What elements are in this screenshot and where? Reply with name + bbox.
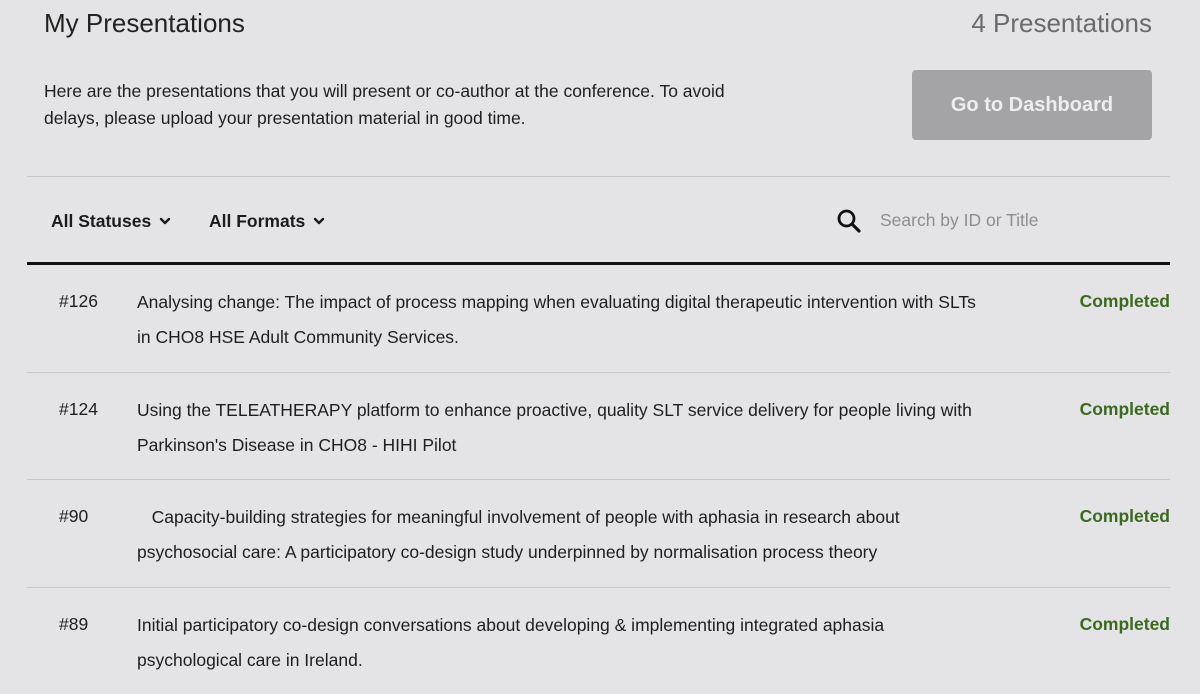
status-badge: Completed [1080, 610, 1170, 638]
go-to-dashboard-button[interactable]: Go to Dashboard [912, 70, 1152, 140]
presentation-id: #90 [59, 502, 88, 530]
presentation-list: #126 Analysing change: The impact of pro… [27, 265, 1170, 694]
status-badge: Completed [1080, 502, 1170, 530]
format-filter-label: All Formats [209, 208, 305, 234]
presentation-count: 4 Presentations [971, 6, 1152, 40]
page-title: My Presentations [44, 6, 245, 40]
presentation-row[interactable]: #89 Initial participatory co-design conv… [27, 588, 1170, 694]
intro-text: Here are the presentations that you will… [44, 78, 744, 132]
presentation-id: #89 [59, 610, 88, 638]
status-filter-label: All Statuses [51, 208, 151, 234]
presentation-id: #126 [59, 287, 98, 315]
chevron-down-icon [158, 214, 172, 228]
presentation-row[interactable]: #124 Using the TELEATHERAPY platform to … [27, 373, 1170, 481]
presentation-title: Initial participatory co-design conversa… [137, 608, 977, 678]
presentation-title: Analysing change: The impact of process … [137, 285, 977, 355]
presentation-id: #124 [59, 395, 98, 423]
divider [27, 176, 1170, 177]
status-badge: Completed [1080, 287, 1170, 315]
presentation-title: Using the TELEATHERAPY platform to enhan… [137, 393, 977, 463]
presentation-row[interactable]: #126 Analysing change: The impact of pro… [27, 265, 1170, 373]
presentation-title: Capacity-building strategies for meaning… [137, 500, 977, 570]
search-input[interactable] [876, 204, 1164, 236]
search-icon[interactable] [836, 208, 862, 234]
chevron-down-icon [312, 214, 326, 228]
status-filter-dropdown[interactable]: All Statuses [51, 208, 172, 234]
presentation-row[interactable]: #90 Capacity-building strategies for mea… [27, 480, 1170, 588]
format-filter-dropdown[interactable]: All Formats [209, 208, 326, 234]
search-box [836, 204, 1166, 236]
status-badge: Completed [1080, 395, 1170, 423]
